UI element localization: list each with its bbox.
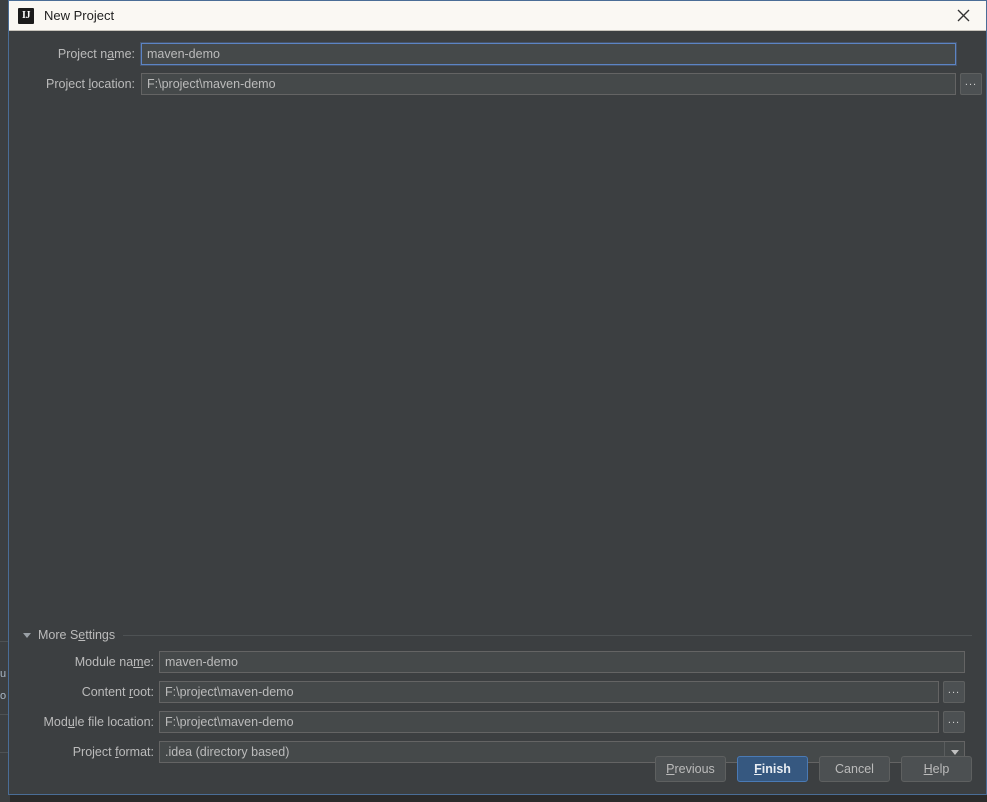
- project-name-input[interactable]: maven-demo: [141, 43, 956, 65]
- dialog-body: Project name: maven-demo Project locatio…: [9, 31, 986, 794]
- new-project-dialog: IJ New Project Project name: maven-demo …: [8, 0, 987, 795]
- more-settings-header[interactable]: More Settings: [23, 628, 972, 642]
- module-file-location-input[interactable]: F:\project\maven-demo: [159, 711, 939, 733]
- cancel-button[interactable]: Cancel: [819, 756, 890, 782]
- help-button[interactable]: Help: [901, 756, 972, 782]
- dialog-button-bar: Previous Finish Cancel Help: [655, 756, 972, 782]
- project-location-browse-button[interactable]: ...: [960, 73, 982, 95]
- previous-button[interactable]: Previous: [655, 756, 726, 782]
- close-icon[interactable]: [940, 1, 986, 30]
- content-root-input[interactable]: F:\project\maven-demo: [159, 681, 939, 703]
- project-fields-section: Project name: maven-demo Project locatio…: [9, 31, 986, 103]
- project-location-row: Project location: F:\project\maven-demo …: [9, 73, 986, 95]
- content-root-row: Content root: F:\project\maven-demo ...: [9, 681, 986, 703]
- more-settings-label: More Settings: [38, 628, 116, 642]
- backdrop-divider: [0, 714, 8, 715]
- project-format-label: Project format:: [72, 745, 154, 759]
- dialog-title: New Project: [44, 8, 115, 23]
- project-location-input[interactable]: F:\project\maven-demo: [141, 73, 956, 95]
- content-root-browse-button[interactable]: ...: [943, 681, 965, 703]
- project-name-row: Project name: maven-demo: [9, 43, 986, 65]
- backdrop-divider: [0, 752, 8, 753]
- module-file-location-row: Module file location: F:\project\maven-d…: [9, 711, 986, 733]
- more-settings-divider: [123, 634, 972, 636]
- module-name-label: Module name:: [74, 655, 154, 669]
- dialog-titlebar: IJ New Project: [9, 1, 986, 31]
- content-root-label: Content root:: [81, 685, 154, 699]
- module-file-location-browse-button[interactable]: ...: [943, 711, 965, 733]
- backdrop-divider: [0, 641, 8, 642]
- project-name-label: Project name:: [57, 47, 135, 61]
- module-name-input[interactable]: maven-demo: [159, 651, 965, 673]
- more-settings-section: Module name: maven-demo Content root: F:…: [9, 651, 986, 771]
- module-file-location-label: Module file location:: [43, 715, 155, 729]
- project-location-label: Project location:: [46, 77, 135, 91]
- intellij-idea-logo-icon: IJ: [18, 7, 34, 24]
- finish-button[interactable]: Finish: [737, 756, 808, 782]
- module-name-row: Module name: maven-demo: [9, 651, 986, 673]
- triangle-down-icon: [23, 632, 31, 638]
